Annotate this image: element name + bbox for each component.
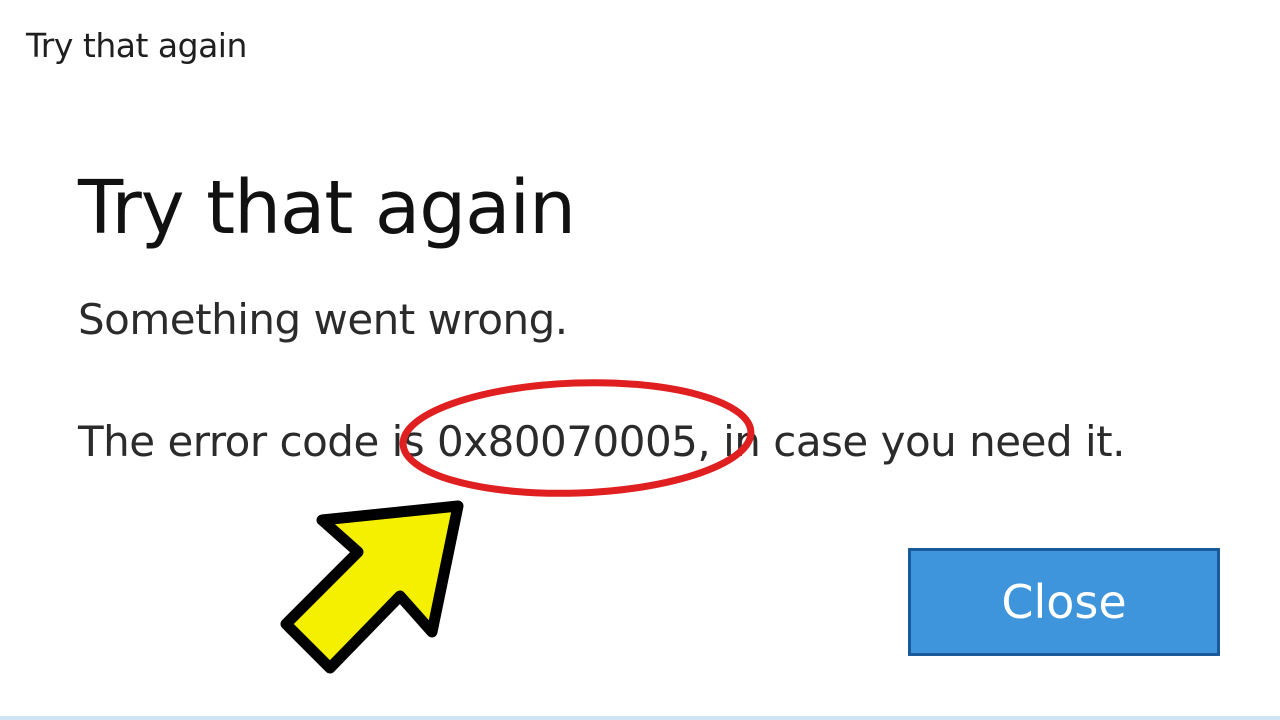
window-bottom-border xyxy=(0,716,1280,720)
error-code-line: The error code is 0x80070005, in case yo… xyxy=(78,417,1125,466)
error-message: Something went wrong. xyxy=(78,295,568,344)
dialog-heading: Try that again xyxy=(78,165,576,251)
error-dialog: Try that again Try that again Something … xyxy=(0,0,1280,720)
yellow-arrow-pointer-icon xyxy=(280,500,464,674)
window-title: Try that again xyxy=(26,26,247,65)
close-button[interactable]: Close xyxy=(908,548,1220,656)
